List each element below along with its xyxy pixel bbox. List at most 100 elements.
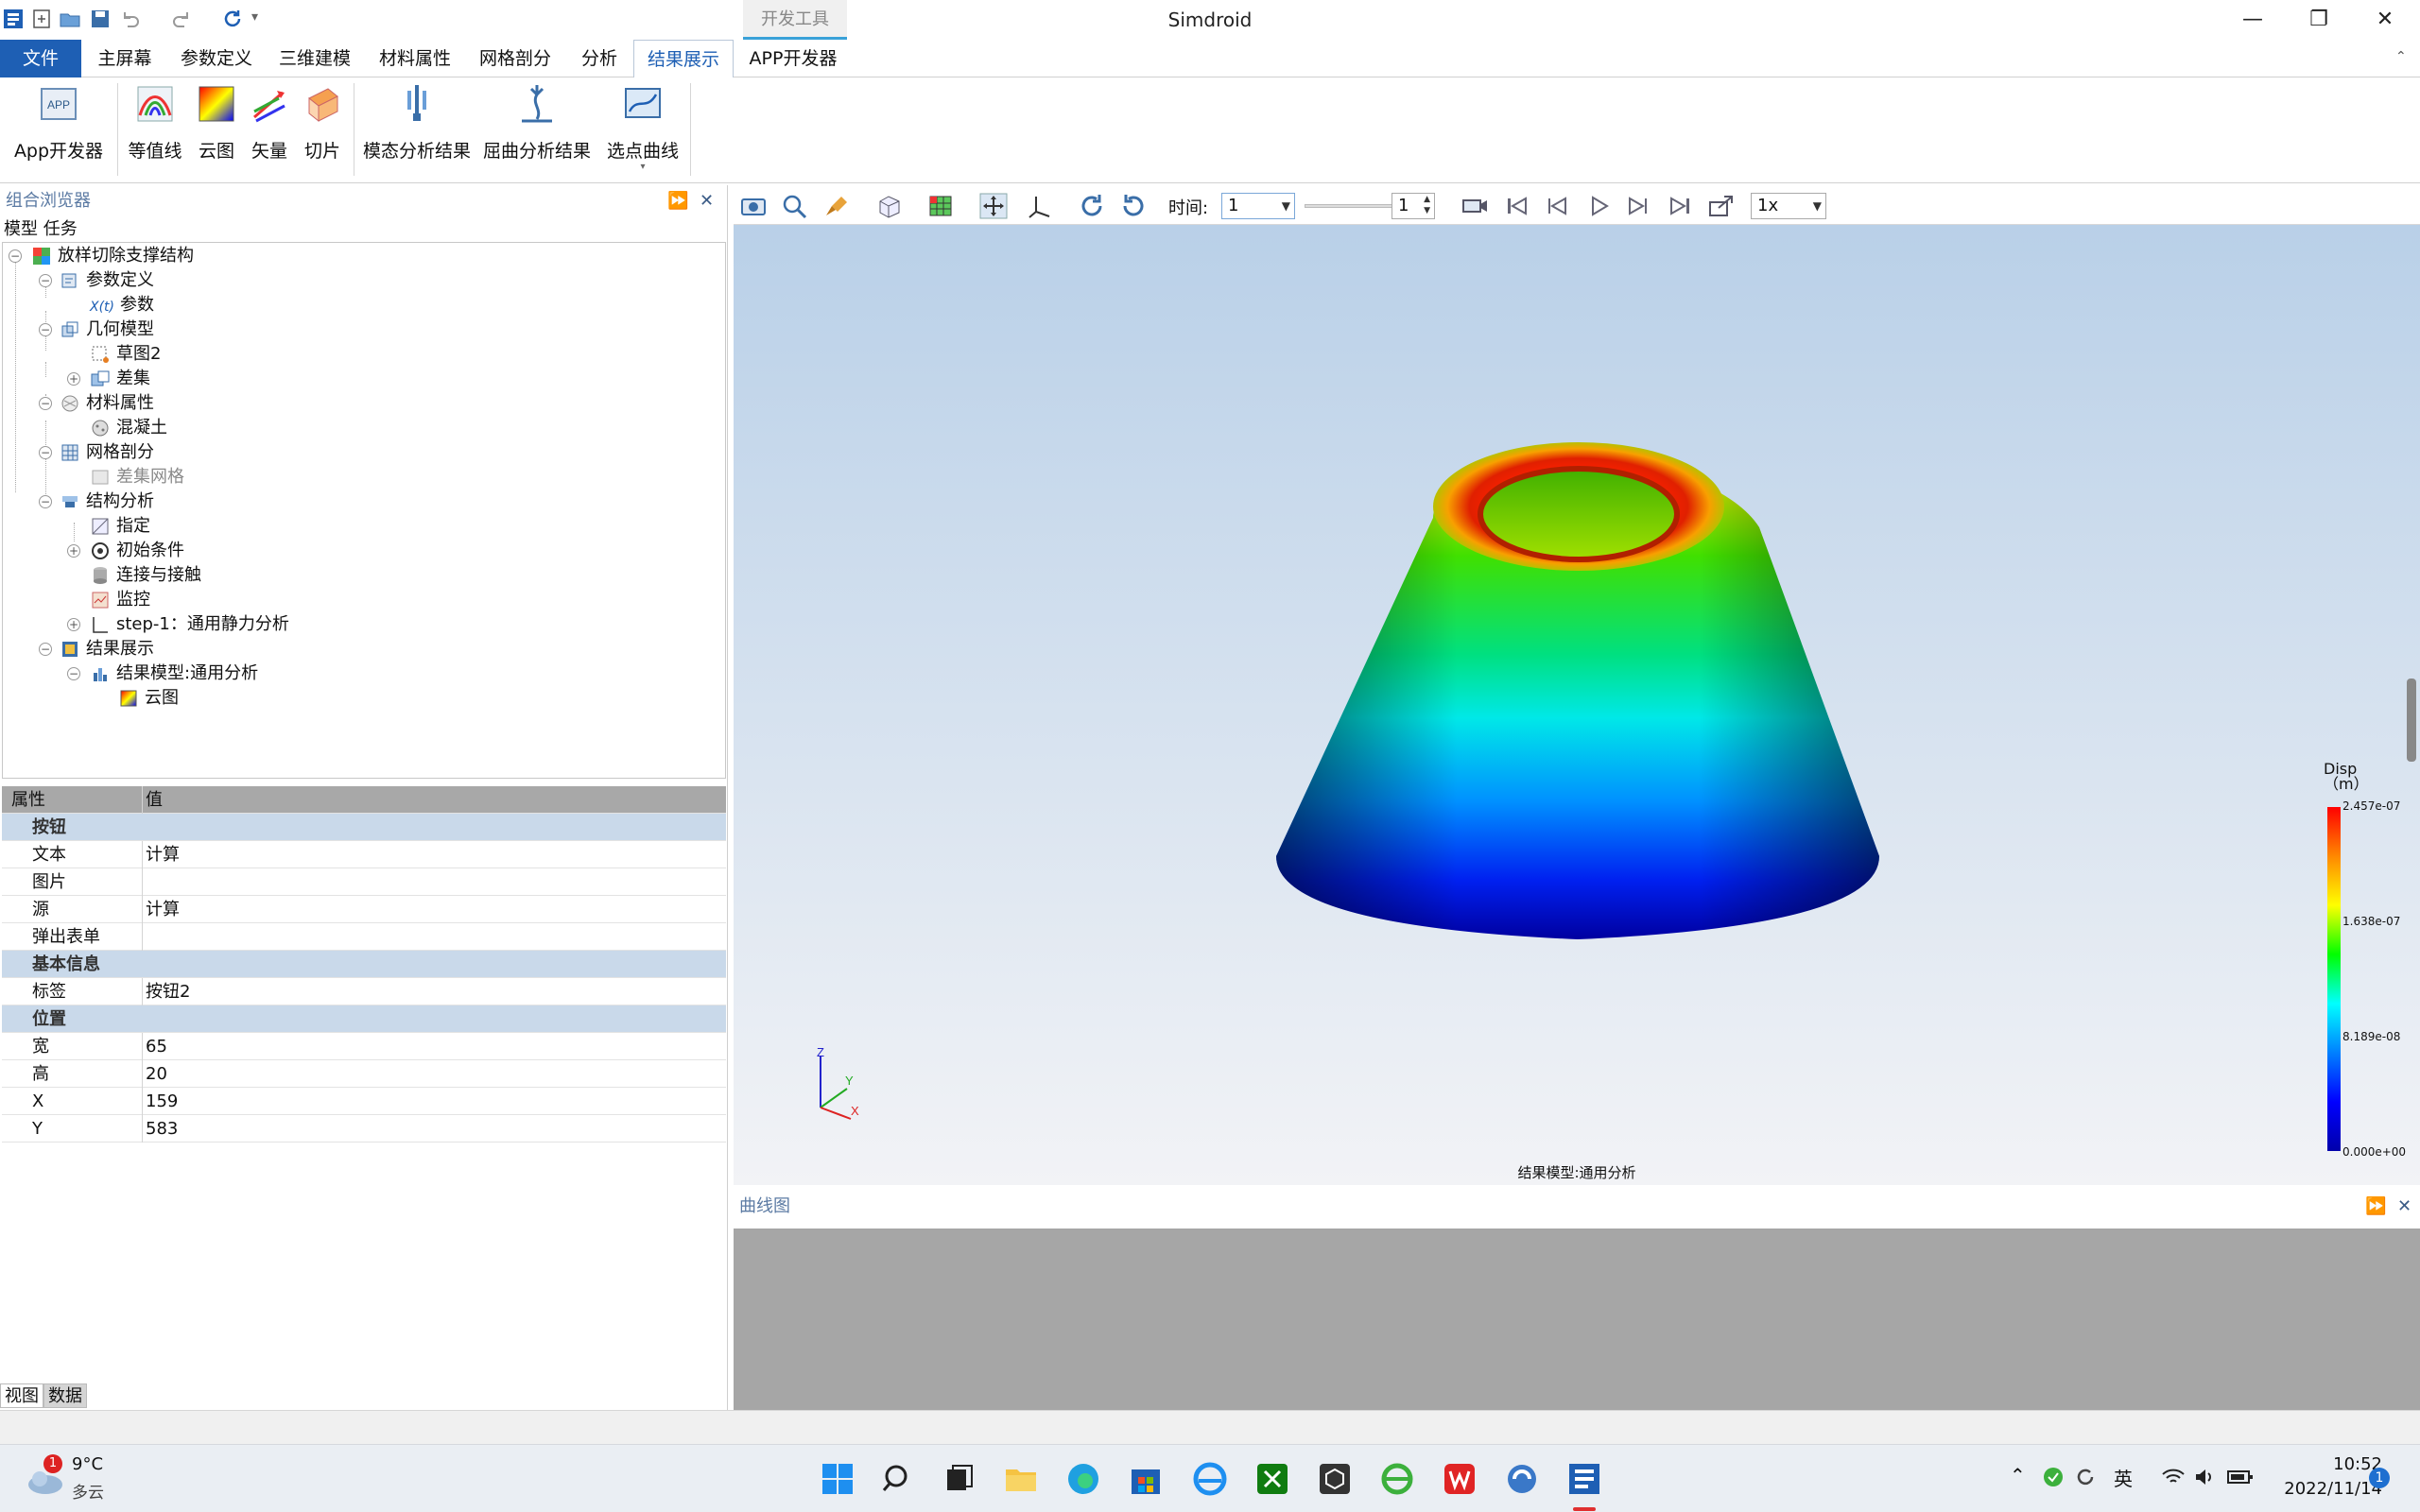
property-row[interactable]: 源 计算 [2, 896, 726, 923]
minimize-button[interactable]: — [2220, 0, 2286, 40]
buckling-analysis-results-button[interactable]: 屈曲分析结果 [480, 83, 594, 163]
tree-node-results[interactable]: 结果展示 [60, 637, 154, 662]
app-developer-button[interactable]: APP App开发器 [9, 83, 108, 163]
tree-node-geometry[interactable]: 几何模型 [60, 318, 154, 342]
file-explorer-icon[interactable] [1002, 1460, 1040, 1498]
vector-button[interactable]: 矢量 [246, 83, 293, 163]
property-row[interactable]: 文本 计算 [2, 841, 726, 868]
tab-3d-modeling[interactable]: 三维建模 [274, 40, 355, 77]
pan-icon[interactable] [979, 193, 1008, 219]
collapse-ribbon-icon[interactable]: ⌃ [2395, 49, 2407, 64]
notification-badge[interactable]: 1 [2369, 1468, 2390, 1488]
zoom-icon[interactable] [781, 193, 809, 219]
tab-analysis[interactable]: 分析 [575, 40, 624, 77]
property-value[interactable]: 计算 [146, 841, 180, 868]
tab-file[interactable]: 文件 [0, 40, 81, 77]
tab-app-developer[interactable]: APP开发器 [743, 40, 843, 77]
microsoft-store-icon[interactable] [1127, 1460, 1165, 1498]
close-button[interactable]: ✕ [2352, 0, 2418, 40]
property-row[interactable]: 宽 65 [2, 1033, 726, 1060]
brush-icon[interactable] [822, 193, 851, 219]
security-status-icon[interactable] [2042, 1466, 2065, 1488]
tree-node-assign[interactable]: 指定 [90, 514, 150, 539]
camera-icon[interactable] [739, 193, 768, 219]
tab-materials[interactable]: 材料属性 [374, 40, 456, 77]
property-row[interactable]: 高 20 [2, 1060, 726, 1088]
wifi-icon[interactable] [2161, 1466, 2186, 1488]
clock-date[interactable]: 2022/11/14 [2250, 1479, 2382, 1499]
tree-node-result-model[interactable]: 结果模型:通用分析 [90, 662, 258, 686]
edge-browser-icon[interactable] [1064, 1460, 1102, 1498]
cone-model-render[interactable]: Z Y X [734, 225, 2420, 1185]
search-icon[interactable] [879, 1460, 917, 1498]
tab-meshing[interactable]: 网格剖分 [475, 40, 556, 77]
tree-node-material[interactable]: 材料属性 [60, 391, 154, 416]
close-panel-icon[interactable]: ✕ [700, 185, 714, 217]
property-value[interactable]: 按钮2 [146, 978, 190, 1005]
contextual-tab-devtools[interactable]: 开发工具 [743, 0, 847, 40]
collapse-toggle[interactable]: − [39, 643, 52, 656]
save-icon[interactable] [89, 8, 112, 30]
collapse-toggle[interactable]: − [39, 495, 52, 508]
tab-view[interactable]: 视图 [0, 1383, 43, 1408]
point-curve-button[interactable]: 选点曲线 ▾ [601, 83, 684, 172]
green-browser-icon[interactable] [1378, 1460, 1416, 1498]
restore-button[interactable]: ❐ [2286, 0, 2352, 40]
tree-node-sketch[interactable]: 草图2 [90, 342, 161, 367]
property-value[interactable]: 20 [146, 1060, 167, 1088]
tree-node-contact[interactable]: 连接与接触 [90, 563, 201, 588]
volume-icon[interactable] [2193, 1466, 2216, 1488]
weather-description[interactable]: 多云 [72, 1479, 104, 1503]
tab-data[interactable]: 数据 [43, 1383, 87, 1408]
cloud-map-button[interactable]: 云图 [193, 83, 240, 163]
collapse-toggle[interactable]: − [67, 667, 80, 680]
refresh-icon[interactable] [221, 8, 244, 30]
view-cube-icon[interactable] [875, 193, 904, 219]
input-method-indicator[interactable]: 英 [2114, 1464, 2133, 1491]
frame-spinner[interactable]: 1 ▲ ▼ [1392, 193, 1435, 219]
modal-analysis-results-button[interactable]: 模态分析结果 [361, 83, 473, 163]
3d-viewport[interactable]: Z Y X Disp （m） 2.457e-07 1.638e-07 8.189… [734, 225, 2420, 1185]
wps-office-icon[interactable] [1441, 1460, 1478, 1498]
simdroid-app-icon[interactable] [1565, 1460, 1603, 1498]
display-mode-icon[interactable] [926, 193, 955, 219]
unity-icon[interactable] [1316, 1460, 1354, 1498]
property-row[interactable]: X 159 [2, 1088, 726, 1115]
show-hidden-icons-icon[interactable]: ⌃ [2010, 1464, 2026, 1486]
previous-frame-icon[interactable] [1543, 193, 1571, 219]
new-file-icon[interactable] [30, 8, 53, 30]
property-value[interactable]: 583 [146, 1115, 178, 1143]
open-folder-icon[interactable] [59, 8, 81, 30]
collapse-toggle[interactable]: − [39, 397, 52, 410]
xbox-icon[interactable] [1253, 1460, 1291, 1498]
property-value[interactable]: 65 [146, 1033, 167, 1060]
task-view-icon[interactable] [940, 1460, 977, 1498]
tree-node-structural-analysis[interactable]: 结构分析 [60, 490, 154, 514]
browser-tabs[interactable]: 模型 任务 [0, 217, 727, 242]
simulation-app-icon[interactable] [1503, 1460, 1541, 1498]
tab-home[interactable]: 主屏幕 [91, 40, 159, 77]
collapse-toggle[interactable]: − [39, 323, 52, 336]
next-frame-icon[interactable] [1624, 193, 1652, 219]
slice-button[interactable]: 切片 [299, 83, 346, 163]
tree-node-concrete[interactable]: 混凝土 [90, 416, 167, 440]
play-icon[interactable] [1584, 193, 1613, 219]
property-row[interactable]: 弹出表单 [2, 923, 726, 951]
property-row[interactable]: 图片 [2, 868, 726, 896]
weather-temperature[interactable]: 9°C [72, 1454, 103, 1474]
collapse-toggle[interactable]: − [39, 446, 52, 459]
last-frame-icon[interactable] [1666, 193, 1694, 219]
expand-toggle[interactable]: + [67, 618, 80, 631]
tree-node-contour[interactable]: 云图 [118, 686, 179, 711]
tab-results[interactable]: 结果展示 [633, 40, 734, 77]
axes-icon[interactable] [1027, 193, 1055, 219]
time-select[interactable]: 1 ▼ [1221, 193, 1295, 219]
tree-node-root[interactable]: 放样切除支撑结构 [31, 244, 194, 268]
contour-line-button[interactable]: 等值线 [125, 83, 185, 163]
undo-icon[interactable] [119, 8, 142, 30]
tab-parameters[interactable]: 参数定义 [176, 40, 257, 77]
quick-access-dropdown-icon[interactable]: ▾ [251, 9, 258, 25]
dropdown-arrow-icon[interactable]: ▾ [601, 163, 684, 172]
redo-icon[interactable] [170, 8, 193, 30]
property-row[interactable]: Y 583 [2, 1115, 726, 1143]
